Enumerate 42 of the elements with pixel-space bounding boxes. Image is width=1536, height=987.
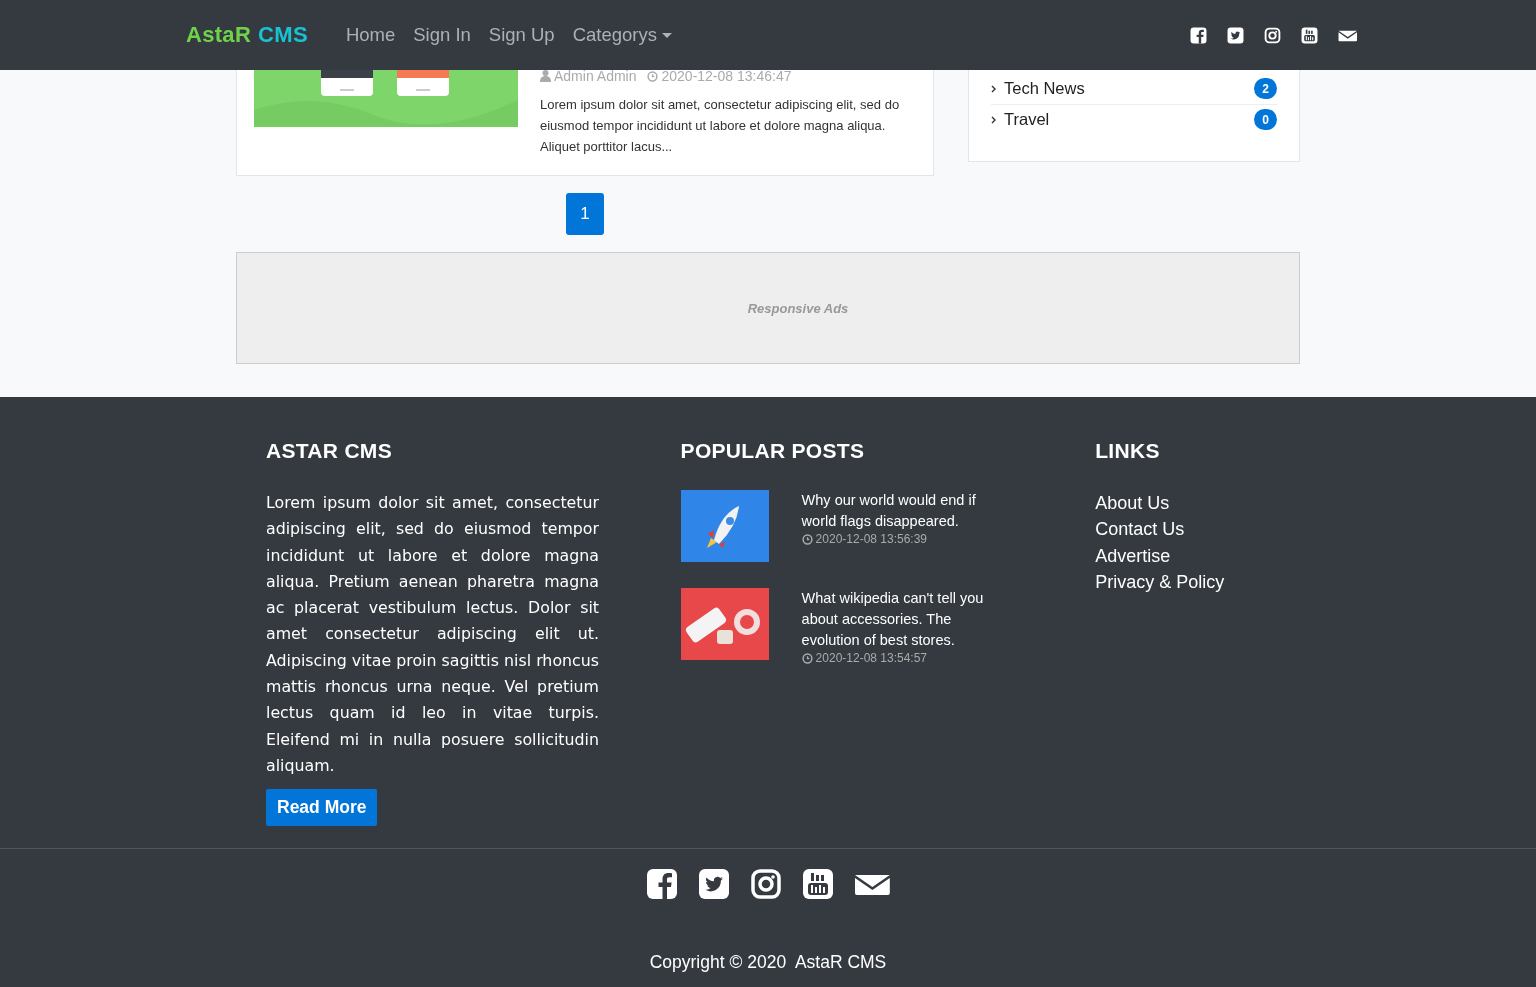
post-excerpt: Lorem ipsum dolor sit amet, consectetur adipiscing elit, sed do eiusmod tempor incididunt ut labore et dolore magna aliqua. Aliquet porttitor lacus... <box>540 96 901 156</box>
footer-heading: LINKS <box>1095 439 1161 463</box>
category-link[interactable]: Tech News <box>1004 79 1246 98</box>
read-more-button[interactable]: Read More <box>266 789 378 827</box>
instagram-icon[interactable] <box>749 868 782 901</box>
nav-link[interactable]: Home <box>345 24 396 46</box>
footer-link[interactable]: About Us <box>1095 490 1270 517</box>
footer-link[interactable]: Advertise <box>1095 542 1270 569</box>
brand-logo-text[interactable]: AstaR <box>186 22 252 48</box>
nav-link[interactable]: Sign Up <box>488 24 555 46</box>
footer-link[interactable]: Privacy & Policy <box>1095 568 1270 596</box>
popular-post-link[interactable]: Why our world would end if world flags disappeared. <box>801 490 1002 532</box>
clock-icon <box>801 652 813 664</box>
twitter-icon[interactable] <box>697 868 730 901</box>
post-date: 2020-12-08 13:54:57 <box>815 651 928 665</box>
count-badge: 0 <box>1254 109 1277 130</box>
instagram-icon[interactable] <box>1264 26 1282 44</box>
copyright-text: Copyright © 2020 AstaR CMS <box>648 952 888 974</box>
footer-heading: POPULAR POSTS <box>680 439 866 463</box>
facebook-icon[interactable] <box>645 868 678 901</box>
chevron-icon <box>991 115 996 124</box>
facebook-icon[interactable] <box>1190 26 1208 44</box>
page-button[interactable]: 1 <box>566 193 604 235</box>
ad-label: Responsive Ads <box>747 300 849 316</box>
caret-icon <box>662 32 672 38</box>
user-icon <box>540 70 551 82</box>
count-badge: 2 <box>1254 78 1277 99</box>
about-text: Lorem ipsum dolor sit amet, consectetur adipiscing elit, sed do eiusmod tempor incididunt ut labore et dolore magna aliqua. Pretium aenean pharetra magna ac placerat vestibulum lectus. Dolor sit amet consectetur adipiscing elit ut. Adipiscing vitae proin sagittis nisl rhoncus mattis rhoncus urna neque. Vel pretium lectus quam id leo in vitae turpis. Eleifend mi in nulla posuere sollicitudin aliquam. <box>266 492 599 777</box>
clock-icon <box>801 533 813 545</box>
nav-link[interactable]: Sign In <box>413 24 471 46</box>
nav-link[interactable]: Categorys <box>572 24 672 46</box>
footer-heading: ASTAR CMS <box>266 439 393 463</box>
popular-post-link[interactable]: What wikipedia can't tell you about accessories. The evolution of best stores. <box>801 588 1002 651</box>
post-date: 2020-12-08 13:46:47 <box>661 68 792 84</box>
footer-link[interactable]: Contact Us <box>1095 516 1270 543</box>
clock-icon <box>647 70 659 82</box>
category-link[interactable]: Travel <box>1004 110 1246 129</box>
post-author: Admin Admin <box>554 68 637 84</box>
post-date: 2020-12-08 13:56:39 <box>815 532 928 546</box>
twitter-icon[interactable] <box>1227 26 1245 44</box>
brand-logo-text[interactable]: CMS <box>258 22 308 48</box>
chevron-icon <box>991 84 996 93</box>
